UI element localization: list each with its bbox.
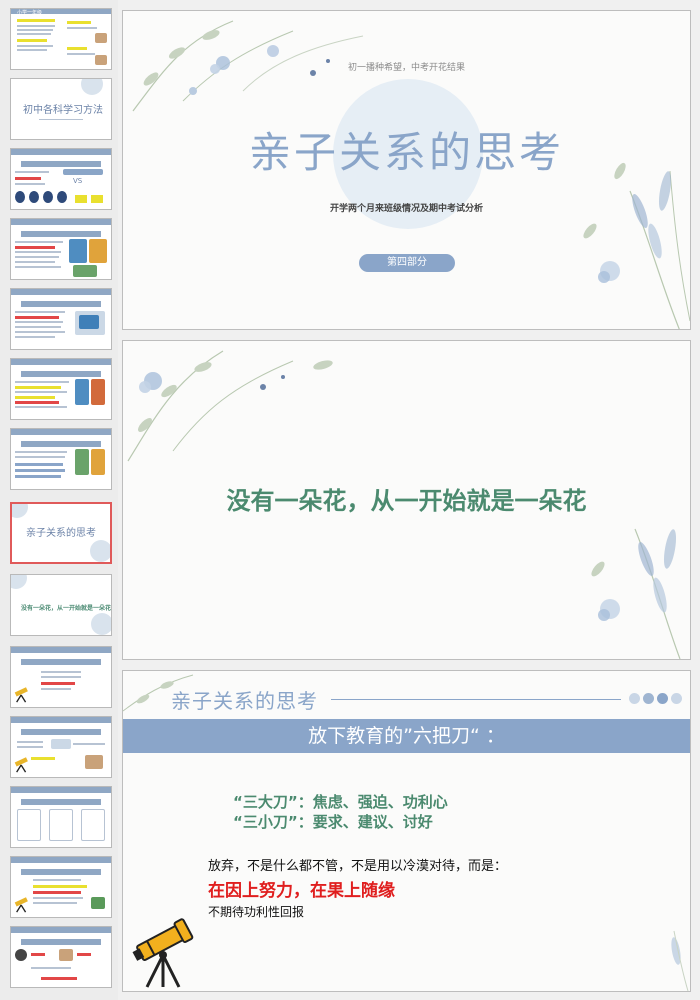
emphasis-text: 在因上努力，在果上随缘 xyxy=(208,881,395,901)
slide-section-title[interactable]: 初一播种希望，中考开花结果 亲子关系的思考 开学两个月来班级情况及期中考试分析 … xyxy=(122,10,691,330)
slide-thumbnail-2[interactable]: 初中各科学习方法 xyxy=(10,78,112,140)
slide-thumbnail-14[interactable] xyxy=(10,926,112,988)
slide-thumbnail-1[interactable]: 小学一年级 xyxy=(10,8,112,70)
decor-dot xyxy=(657,693,668,704)
slide-thumbnail-5[interactable] xyxy=(10,288,112,350)
decor-dot xyxy=(671,693,682,704)
slide-thumbnail-6[interactable] xyxy=(10,358,112,420)
body-text-2: 不期待功利性回报 xyxy=(208,905,305,919)
decor-dot xyxy=(629,693,640,704)
slide-thumbnail-11[interactable] xyxy=(10,716,112,778)
heading-rule xyxy=(331,699,621,700)
three-big-knives-text: “三大刀”：焦虑、强迫、功利心 xyxy=(233,793,448,811)
slide-thumbnail-12[interactable] xyxy=(10,786,112,848)
telescope-icon xyxy=(14,687,28,703)
body-text: 放弃，不是什么都不管，不是用以冷漠对待，而是： xyxy=(208,859,508,874)
telescope-icon xyxy=(132,918,194,988)
quote-text: 没有一朵花，从一开始就是一朵花 xyxy=(226,487,587,515)
floral-decoration-icon xyxy=(127,350,333,462)
slide-thumbnail-9[interactable]: 没有一朵花，从一开始就是一朵花 xyxy=(10,574,112,636)
lavender-decoration-icon xyxy=(591,528,681,659)
telescope-icon xyxy=(14,897,28,913)
slide-thumbnail-7[interactable] xyxy=(10,428,112,490)
slide-title: 亲子关系的思考 xyxy=(248,128,564,177)
telescope-icon xyxy=(14,757,28,773)
slide-thumbnail-8-selected[interactable]: 亲子关系的思考 xyxy=(10,502,112,564)
slide-thumbnail-10[interactable] xyxy=(10,646,112,708)
slide-subtitle: 初一播种希望，中考开花结果 xyxy=(347,63,465,73)
slide-content[interactable]: 亲子关系的思考 放下教育的”六把刀“ ： “三大刀”：焦虑、强迫、功利心 “三小… xyxy=(122,670,691,992)
section-badge: 第四部分 xyxy=(359,254,455,272)
slide-heading: 亲子关系的思考 xyxy=(171,689,318,713)
slide-caption: 开学两个月来班级情况及期中考试分析 xyxy=(329,204,483,214)
three-small-knives-text: “三小刀”：要求、建议、讨好 xyxy=(233,813,433,831)
slide-quote[interactable]: 没有一朵花，从一开始就是一朵花 xyxy=(122,340,691,660)
decor-dot xyxy=(643,693,654,704)
slide-thumbnail-panel: 小学一年级 初中各科学习方法 VS 亲子关系的思考 没有一朵花，从一开始就是一朵… xyxy=(0,0,118,1000)
slide-thumbnail-3[interactable]: VS xyxy=(10,148,112,210)
title-band: 放下教育的”六把刀“ ： xyxy=(123,719,690,753)
slide-thumbnail-13[interactable] xyxy=(10,856,112,918)
lavender-decoration-icon xyxy=(671,930,689,991)
slide-thumbnail-4[interactable] xyxy=(10,218,112,280)
